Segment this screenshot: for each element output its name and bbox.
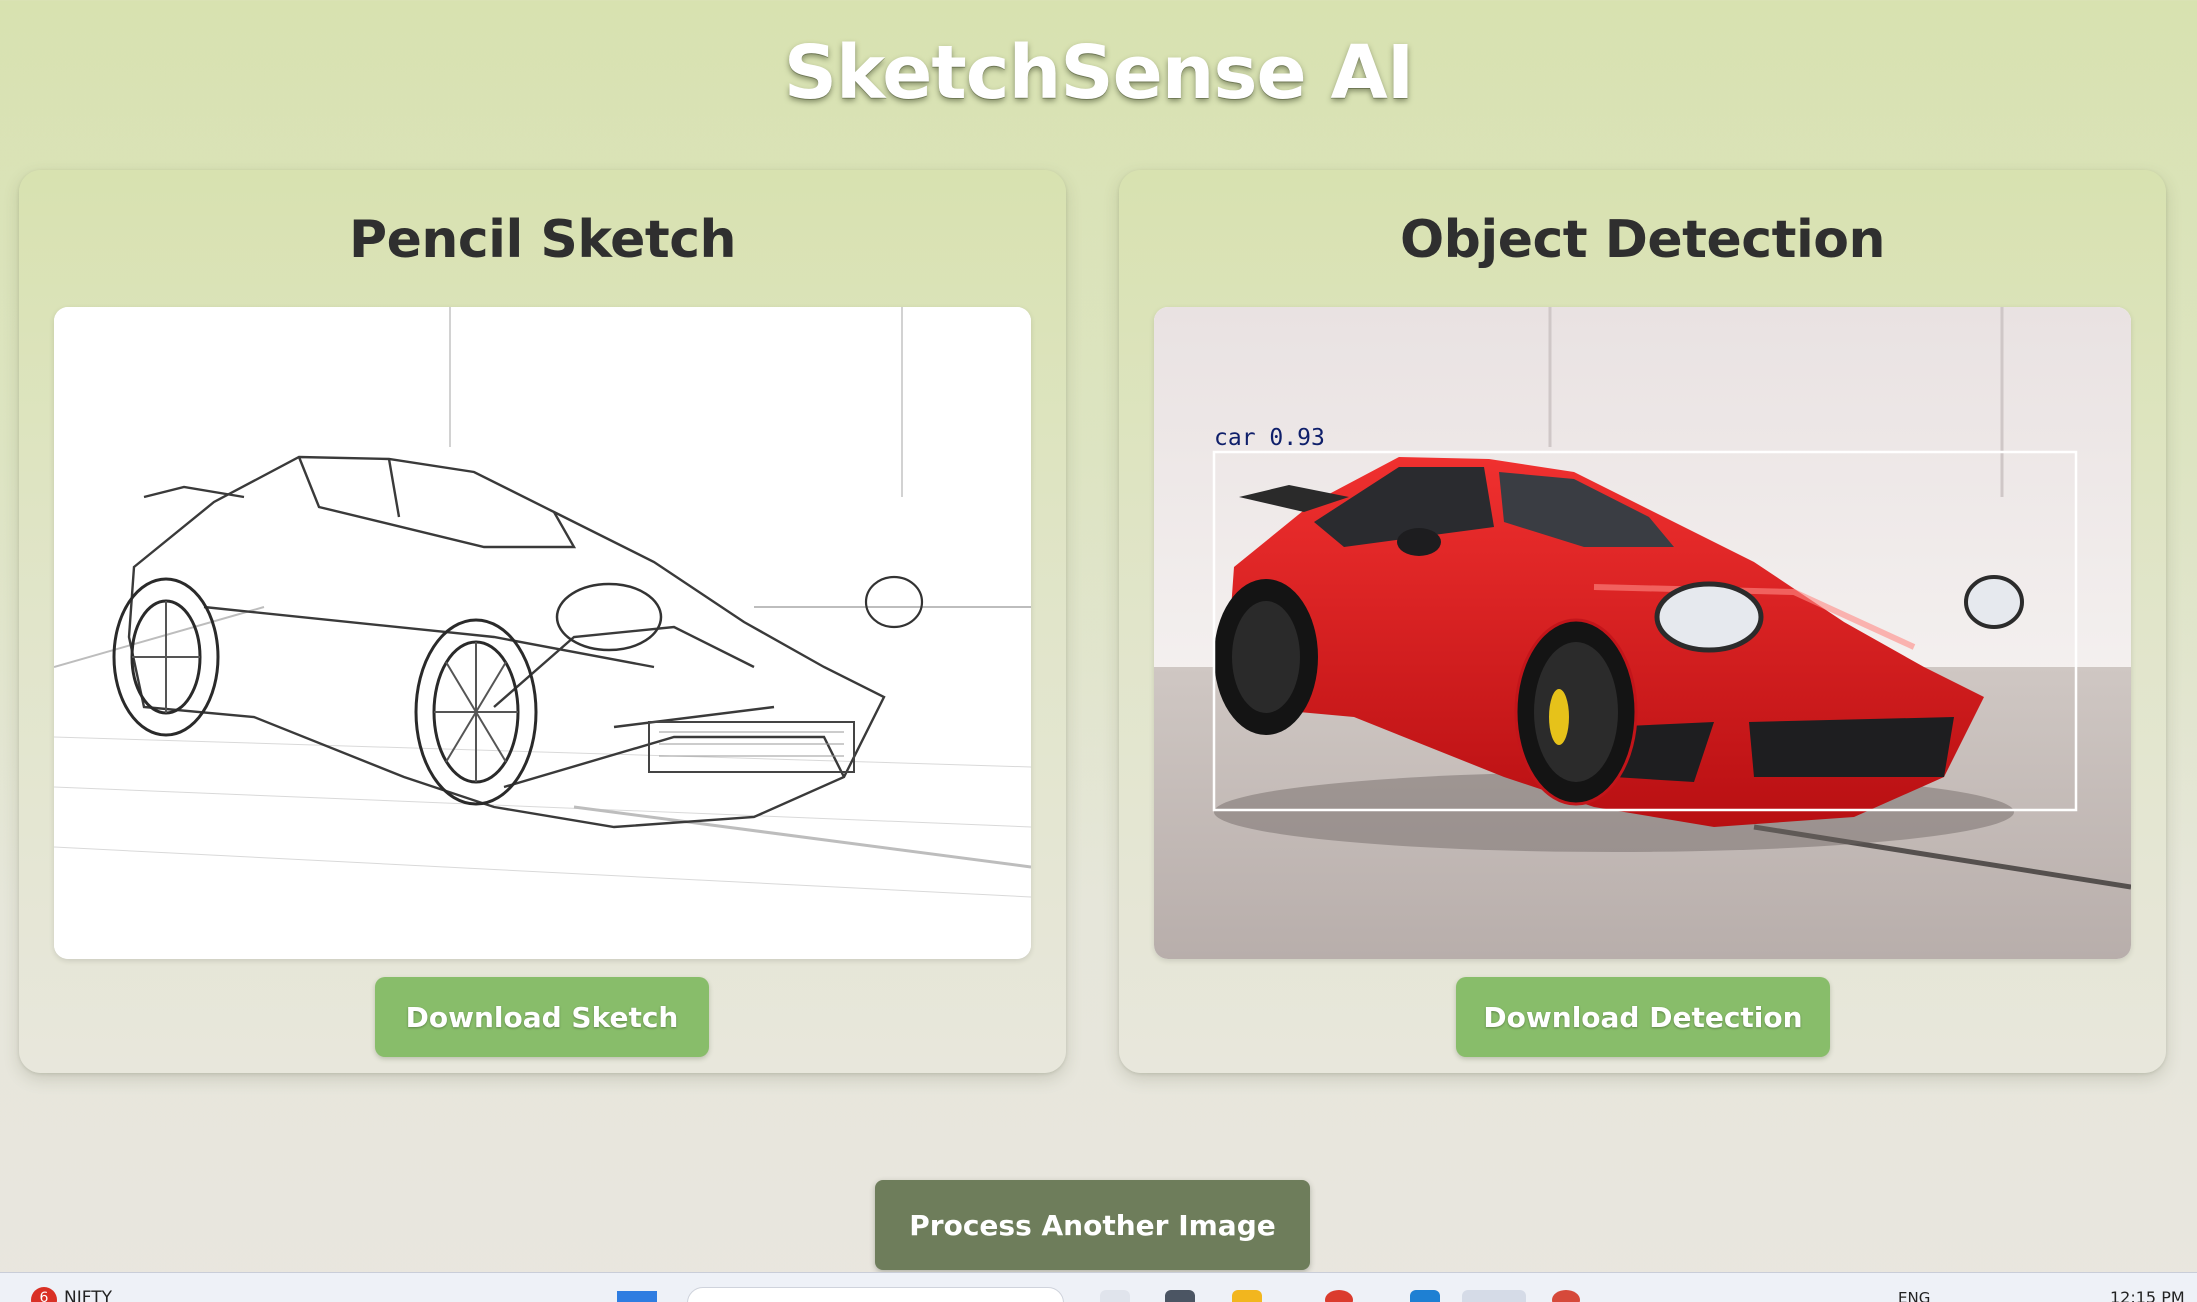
detection-image: car 0.93	[1154, 307, 2131, 959]
active-app-icon[interactable]	[1462, 1290, 1526, 1302]
taskbar-search-box[interactable]	[687, 1287, 1064, 1302]
file-explorer-icon[interactable]	[1100, 1290, 1130, 1302]
system-clock[interactable]: 12:15 PM	[2110, 1288, 2185, 1302]
vscode-icon[interactable]	[1410, 1290, 1440, 1302]
detection-car-photo	[1154, 307, 2131, 959]
detection-score: 0.93	[1269, 425, 1325, 451]
pencil-sketch-title: Pencil Sketch	[348, 210, 737, 270]
app-title: SketchSense AI	[783, 30, 1415, 116]
notification-badge[interactable]: 6	[31, 1287, 57, 1302]
app-icon-red[interactable]	[1552, 1290, 1580, 1302]
language-indicator[interactable]: ENG	[1898, 1289, 1930, 1302]
object-detection-title: Object Detection	[1399, 210, 1886, 270]
download-detection-button[interactable]: Download Detection	[1456, 977, 1830, 1057]
sketch-image	[54, 307, 1031, 959]
stock-ticker-widget[interactable]: NIFTY	[64, 1288, 112, 1302]
detection-label: car 0.93	[1214, 425, 1325, 451]
start-menu-icon[interactable]	[617, 1291, 657, 1302]
folder-icon[interactable]	[1232, 1290, 1262, 1302]
store-icon[interactable]	[1165, 1290, 1195, 1302]
process-another-image-button[interactable]: Process Another Image	[875, 1180, 1310, 1270]
detection-class: car	[1214, 425, 1256, 451]
sketch-car-illustration	[54, 307, 1031, 959]
pencil-sketch-card: Pencil Sketch Download Sketch	[19, 170, 1066, 1073]
download-sketch-button[interactable]: Download Sketch	[375, 977, 709, 1057]
taskbar: 6 NIFTY ENG 12:15 PM	[0, 1272, 2197, 1302]
object-detection-card: Object Detection car 0.93 Download Detec…	[1119, 170, 2166, 1073]
chrome-icon[interactable]	[1325, 1290, 1353, 1302]
